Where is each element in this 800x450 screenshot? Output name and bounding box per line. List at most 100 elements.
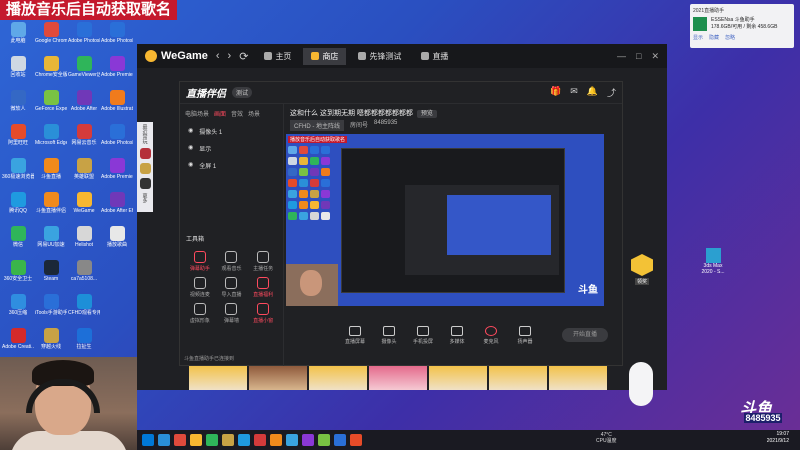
desktop-icon[interactable]: Adobe Illustrator <box>101 90 133 121</box>
desktop-icon[interactable]: Adobe After Effects <box>101 192 133 223</box>
live-assistant-window[interactable]: 直播伴侣 测试 🎁 ✉ 🔔 ⤴ 电脑场景 画面 音效 场景 ◉ 摄像头 1 ◉ 显示 ◉ 全屏 … <box>179 81 623 366</box>
stream-preview[interactable]: 播放音乐后自动获取歌名 斗鱼 <box>286 134 604 306</box>
source-tab[interactable]: 场景 <box>248 109 260 118</box>
toolbox-item[interactable]: 弹幕墙 <box>216 303 248 324</box>
start-live-button[interactable]: 开始直播 <box>562 328 608 342</box>
mail-icon[interactable]: ✉ <box>570 86 578 99</box>
desktop-icon[interactable]: Google Chrome <box>35 22 67 53</box>
desktop-icon[interactable]: CFHD观看专用加速器 <box>68 294 100 325</box>
toolbox-item[interactable]: 弹幕助手 <box>184 251 216 272</box>
desktop-icon[interactable]: Steam <box>35 260 67 291</box>
system-clock[interactable]: 19:07 2021/9/12 <box>745 431 789 445</box>
desktop-icon[interactable]: Adobe Photosh... <box>68 22 100 53</box>
control-button[interactable]: 多媒体 <box>444 326 470 345</box>
desktop-icon[interactable]: Helishot <box>68 226 100 257</box>
desktop-icon[interactable]: Chrome安全版 <box>35 56 67 87</box>
taskbar-app-icon[interactable] <box>350 434 362 446</box>
toolbox-item[interactable]: 主播任务 <box>247 251 279 272</box>
control-button[interactable]: 摄像头 <box>376 326 402 345</box>
notification-action[interactable]: 显示 <box>693 34 703 41</box>
source-tab[interactable]: 画面 <box>214 109 226 118</box>
desktop-icon[interactable]: Microsoft Edge <box>35 124 67 155</box>
start-icon[interactable] <box>142 434 154 446</box>
back-icon[interactable]: ‹ <box>216 50 220 62</box>
toolbox-item[interactable]: 观看音乐 <box>216 251 248 272</box>
store-banner-strip[interactable] <box>137 366 667 390</box>
toolbox-item[interactable]: 直播福利 <box>247 277 279 298</box>
taskbar-app-icon[interactable] <box>174 434 186 446</box>
desktop-icon[interactable]: 360压缩 <box>2 294 34 325</box>
desktop-icon[interactable]: 拉扯生 <box>68 328 100 359</box>
more-link[interactable]: 更多 <box>142 193 149 203</box>
desktop-icon[interactable]: Adobe Photosh... <box>101 124 133 155</box>
desktop-icon[interactable]: 阿里旺旺 <box>2 124 34 155</box>
close-icon[interactable]: ✕ <box>651 51 659 62</box>
maximize-icon[interactable]: □ <box>636 51 641 62</box>
tab-0[interactable]: 主页 <box>256 48 299 65</box>
desktop-icon[interactable]: 英雄联盟 <box>68 158 100 189</box>
eye-icon[interactable]: ◉ <box>188 161 193 170</box>
desktop-icon[interactable]: 腾讯QQ <box>2 192 34 223</box>
desktop-icon[interactable]: GeForce Experience <box>35 90 67 121</box>
desktop-icon[interactable]: Adobe Photosh... <box>101 22 133 53</box>
notification-action[interactable]: 忽略 <box>725 34 735 41</box>
desktop-icon[interactable]: 回收站 <box>2 56 34 87</box>
minimize-icon[interactable]: — <box>617 51 626 62</box>
forward-icon[interactable]: › <box>228 50 232 62</box>
scene-item[interactable]: ◉ 摄像头 1 <box>180 123 283 140</box>
toolbox-item[interactable]: 虚拟形象 <box>184 303 216 324</box>
eye-icon[interactable]: ◉ <box>188 144 193 153</box>
taskbar-app-icon[interactable] <box>238 434 250 446</box>
source-tab[interactable]: 音效 <box>231 109 243 118</box>
desktop-icon[interactable]: WeGame <box>68 192 100 223</box>
taskbar-app-icon[interactable] <box>254 434 266 446</box>
desktop-icon[interactable]: 斗鱼直播伴侣 <box>35 192 67 223</box>
desktop-icon[interactable]: 网易UU加速 <box>35 226 67 257</box>
game-category[interactable]: CFHD - 地主阵线 <box>290 120 344 131</box>
desktop-icon[interactable]: 360极速浏览器 <box>2 158 34 189</box>
refresh-icon[interactable]: ⟳ <box>239 50 248 63</box>
tab-2[interactable]: 先锋测试 <box>350 48 409 65</box>
eye-icon[interactable]: ◉ <box>188 127 193 136</box>
game-shortcut[interactable] <box>139 163 151 174</box>
stream-title[interactable]: 这和什么 这到期无期 嗯都都都都都都都 预览 <box>290 108 437 118</box>
share-icon[interactable]: ⤴ <box>607 86 616 99</box>
taskbar-app-icon[interactable] <box>318 434 330 446</box>
desktop-icon[interactable]: 网易云音乐 <box>68 124 100 155</box>
game-shortcut[interactable] <box>139 148 151 159</box>
desktop-icon[interactable] <box>101 260 133 291</box>
scene-item[interactable]: ◉ 显示 <box>180 140 283 157</box>
desktop-icon[interactable]: Adobe Creati... <box>2 328 34 359</box>
control-button[interactable]: 直播屏幕 <box>342 326 368 345</box>
desktop-icon[interactable]: 360安全卫士 <box>2 260 34 291</box>
desktop-icon[interactable]: Adobe After <box>68 90 100 121</box>
desktop-icon[interactable]: 播放歌曲 <box>101 226 133 257</box>
taskbar-app-icon[interactable] <box>190 434 202 446</box>
desktop-icon[interactable] <box>101 328 133 359</box>
bell-icon[interactable]: 🔔 <box>587 86 598 99</box>
toolbox-item[interactable]: 直播小窗 <box>247 303 279 324</box>
control-button[interactable]: 麦克风 <box>478 326 504 345</box>
taskbar-app-icon[interactable] <box>302 434 314 446</box>
desktop-icon[interactable]: GameViewer远程 <box>68 56 100 87</box>
toolbox-item[interactable]: 导入直播 <box>216 277 248 298</box>
notification-popup[interactable]: 2021直播助手 ESSENsa 斗鱼助手 178.6GB/可用 / 剩余 45… <box>690 4 794 48</box>
preview-tag[interactable]: 预览 <box>416 110 437 118</box>
gift-icon[interactable]: 🎁 <box>550 86 561 99</box>
desktop-icon[interactable]: 斗鱼直播 <box>35 158 67 189</box>
desktop-icon[interactable]: 穿越火线 <box>35 328 67 359</box>
desktop-icon[interactable]: iTools手游助手 <box>35 294 67 325</box>
wegame-window[interactable]: WeGame ‹ › ⟳ 主页 商店 先锋测试 直播 — □ ✕ 最近常玩 更多 直播… <box>137 44 667 406</box>
desktop-icon-3dsmax[interactable]: 3ds Max 2020 - S... <box>700 248 726 275</box>
reward-badge[interactable]: 领奖 <box>631 254 653 285</box>
desktop-icon[interactable]: 微信 <box>2 226 34 257</box>
desktop-icon[interactable]: 此电脑 <box>2 22 34 53</box>
taskbar-app-icon[interactable] <box>206 434 218 446</box>
toolbox-item[interactable]: 视频连麦 <box>184 277 216 298</box>
taskbar-app-icon[interactable] <box>222 434 234 446</box>
game-shortcut[interactable] <box>139 178 151 189</box>
taskbar-app-icon[interactable] <box>334 434 346 446</box>
notification-action[interactable]: 隐藏 <box>709 34 719 41</box>
desktop-icon[interactable] <box>101 294 133 325</box>
scene-item[interactable]: ◉ 全屏 1 <box>180 157 283 174</box>
